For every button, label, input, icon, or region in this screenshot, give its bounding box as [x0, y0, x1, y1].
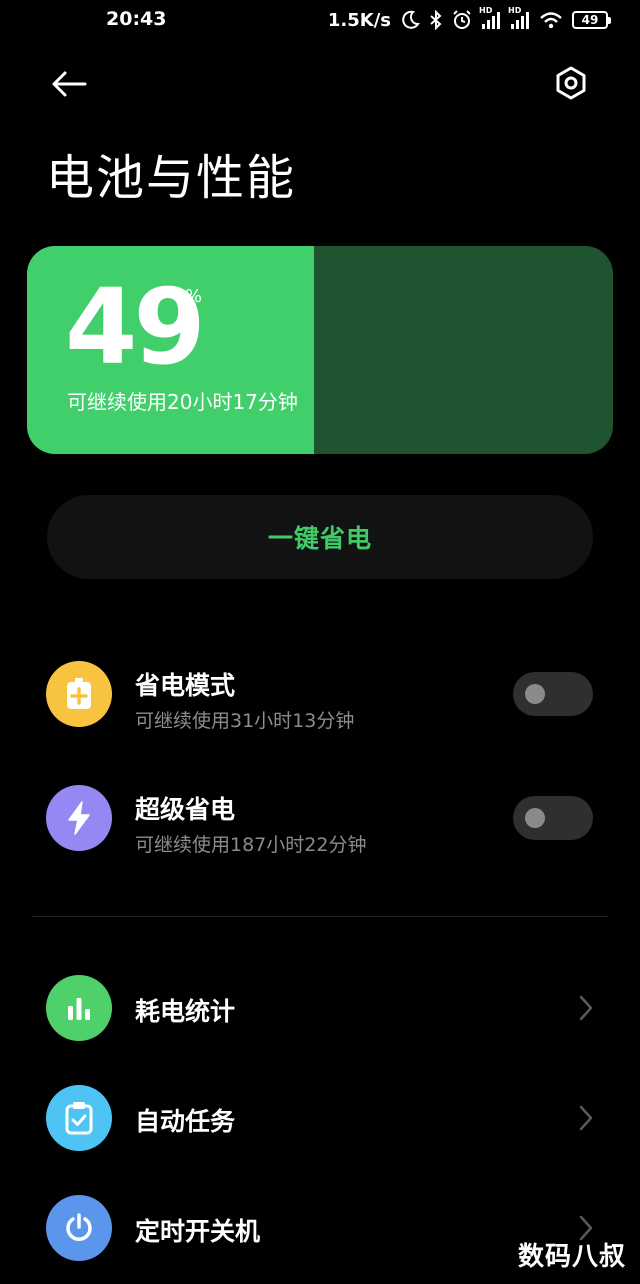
row-title: 超级省电	[135, 795, 236, 824]
lightning-icon	[46, 785, 112, 851]
ultra-power-saving-row[interactable]: 超级省电 可继续使用187小时22分钟	[0, 768, 640, 868]
moon-icon	[400, 10, 420, 30]
arrow-left-icon	[52, 71, 87, 97]
row-subtitle: 可继续使用31小时13分钟	[135, 710, 355, 732]
back-button[interactable]	[46, 64, 92, 104]
clipboard-check-icon	[46, 1085, 112, 1151]
signal-icon: HD	[479, 6, 501, 30]
signal-icon: HD	[508, 6, 530, 30]
power-saving-toggle[interactable]	[513, 672, 593, 716]
status-icons: 1.5K/s HD HD 49	[327, 6, 611, 32]
settings-button[interactable]	[548, 60, 594, 106]
toggle-knob	[525, 808, 545, 828]
divider	[32, 916, 608, 917]
alarm-icon	[452, 10, 472, 30]
battery-status-card: 49 % 可继续使用20小时17分钟	[27, 246, 613, 454]
row-title: 自动任务	[135, 1107, 236, 1136]
battery-percent: 49	[65, 266, 206, 388]
ultra-power-saving-toggle[interactable]	[513, 796, 593, 840]
row-title: 耗电统计	[135, 997, 236, 1026]
battery-icon: 49	[572, 11, 611, 29]
menu-item-power-usage[interactable]: 耗电统计	[0, 958, 640, 1058]
toggle-knob	[525, 684, 545, 704]
bluetooth-icon	[429, 10, 443, 30]
battery-remaining-time: 可继续使用20小时17分钟	[67, 390, 298, 414]
one-tap-save-button[interactable]: 一键省电	[47, 495, 593, 579]
hd-label: HD	[479, 6, 493, 15]
row-title: 省电模式	[135, 671, 236, 700]
bar-chart-icon	[46, 975, 112, 1041]
row-subtitle: 可继续使用187小时22分钟	[135, 834, 367, 856]
power-saving-mode-row[interactable]: 省电模式 可继续使用31小时13分钟	[0, 644, 640, 744]
watermark: 数码八叔	[518, 1242, 627, 1272]
percent-sign: %	[185, 286, 203, 307]
battery-plus-icon	[46, 661, 112, 727]
wifi-icon	[539, 10, 563, 30]
page-title: 电池与性能	[46, 150, 297, 206]
gear-icon	[556, 66, 586, 100]
chevron-right-icon	[579, 1105, 593, 1131]
power-icon	[46, 1195, 112, 1261]
status-time: 20:43	[106, 8, 167, 30]
chevron-right-icon	[579, 995, 593, 1021]
status-bar: 20:43 1.5K/s HD HD 49	[0, 0, 640, 40]
network-speed: 1.5K/s	[327, 9, 391, 31]
row-title: 定时开关机	[135, 1217, 261, 1246]
menu-item-automatic-tasks[interactable]: 自动任务	[0, 1068, 640, 1168]
hd-label: HD	[508, 6, 522, 15]
